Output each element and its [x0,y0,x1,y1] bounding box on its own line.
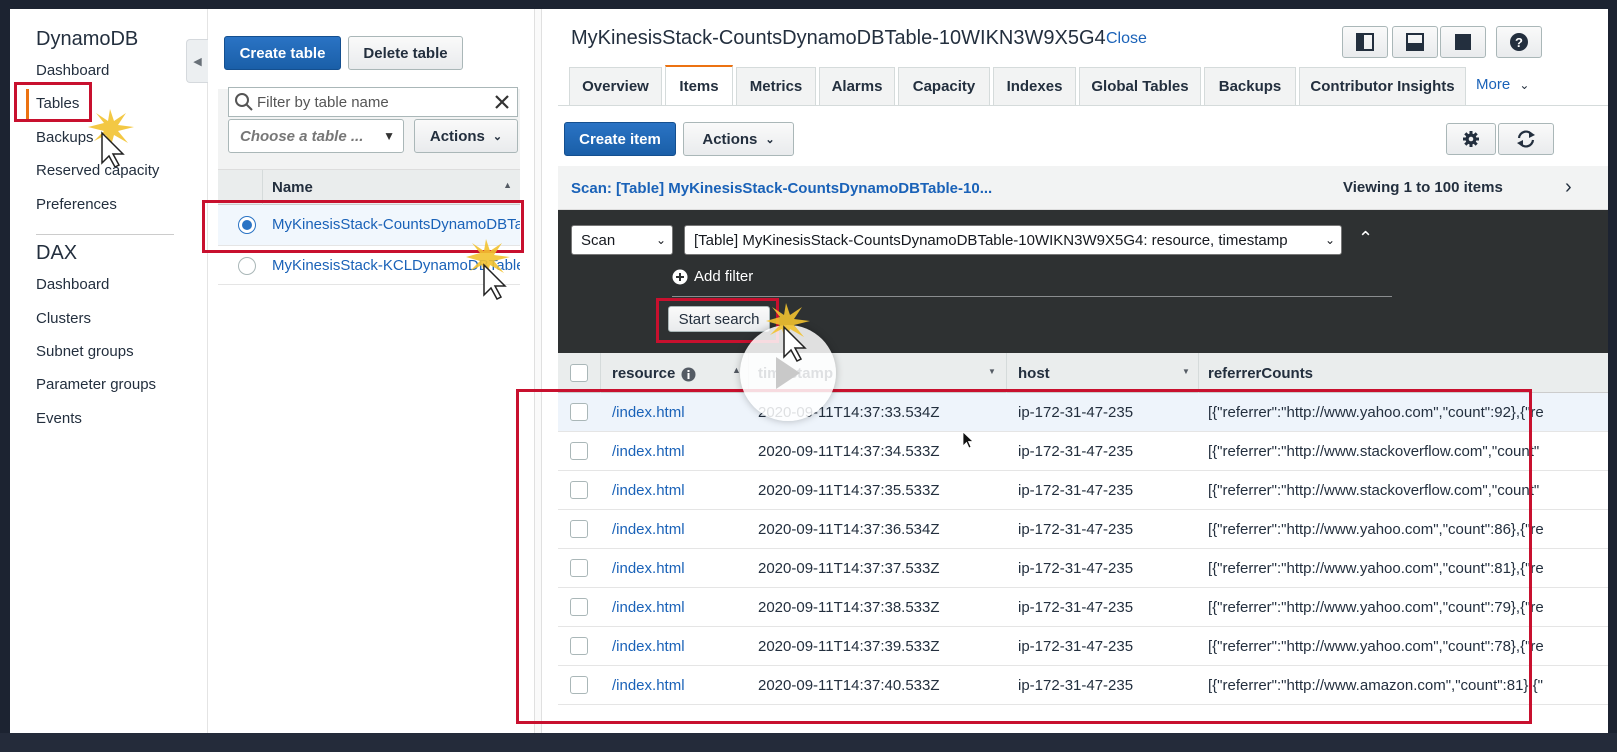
table-actions-label: Actions [429,127,485,145]
tab-items[interactable]: Items [665,65,733,105]
table-actions-button[interactable]: Actions ⌄ [414,119,518,153]
bottom-bar [0,733,1617,752]
click-burst-cursor-icon [466,239,510,300]
chevron-down-icon: ⌄ [765,133,775,146]
item-actions-button[interactable]: Actions ⌄ [683,122,794,156]
close-link[interactable]: Close [1106,30,1147,48]
delete-table-button[interactable]: Delete table [348,36,463,70]
nav-title: DynamoDB [36,28,139,50]
scan-summary-link[interactable]: Scan: [Table] MyKinesisStack-CountsDynam… [571,180,992,197]
mouse-pointer-icon [962,431,975,449]
refresh-icon [1517,130,1535,148]
column-resource[interactable]: resource [612,365,675,382]
help-button[interactable]: ? [1496,26,1542,58]
tab-contributor-insights[interactable]: Contributor Insights [1299,67,1466,105]
filter-placeholder: Filter by table name [257,93,389,111]
plus-circle-icon [672,269,688,284]
chevron-down-icon: ⌄ [1519,78,1530,92]
sort-icon: ▼ [988,367,996,376]
tab-capacity[interactable]: Capacity [898,67,990,105]
svg-text:?: ? [1515,35,1523,50]
add-filter-button[interactable]: Add filter [672,268,753,285]
chevron-down-icon: ⌄ [1324,233,1335,247]
nav-item-dashboard[interactable]: Dashboard [36,62,109,79]
next-page-icon[interactable]: › [1565,176,1572,199]
name-column-header[interactable]: Name [272,179,313,196]
chevron-down-icon: ⌄ [492,130,503,143]
tab-more-label: More [1476,76,1511,93]
collapse-sidebar-button[interactable]: ◀ [186,39,208,83]
add-filter-label: Add filter [694,268,754,285]
scan-summary-bar: Scan: [Table] MyKinesisStack-CountsDynam… [558,166,1608,210]
search-icon [235,93,253,111]
split-bottom-icon [1406,33,1424,51]
highlight-results [516,389,1532,724]
app-window: DynamoDB Dashboard Tables Backups Reserv… [10,9,1608,733]
click-burst-cursor-icon [766,303,810,362]
filter-table-input[interactable]: Filter by table name [228,87,518,117]
scan-target-value: [Table] MyKinesisStack-CountsDynamoDBTab… [694,231,1288,249]
tabs-divider [558,105,1608,106]
chevron-left-icon: ◀ [193,55,202,68]
dax-item-dashboard[interactable]: Dashboard [36,276,109,293]
nav-divider [36,234,174,235]
table-radio[interactable] [238,257,256,275]
column-divider [600,353,601,393]
tab-overview[interactable]: Overview [569,67,662,105]
gear-icon [1463,131,1479,147]
dax-item-subnet-groups[interactable]: Subnet groups [36,343,134,360]
tab-metrics[interactable]: Metrics [736,67,816,105]
tab-backups[interactable]: Backups [1204,67,1296,105]
nav-item-backups[interactable]: Backups [36,129,94,146]
active-nav-indicator [26,89,29,119]
column-divider [1006,353,1007,393]
create-table-button[interactable]: Create table [224,36,341,70]
scan-mode-value: Scan [581,231,616,249]
nav-item-preferences[interactable]: Preferences [36,196,117,213]
item-actions-label: Actions [702,130,758,148]
dax-title: DAX [36,242,78,264]
info-icon[interactable] [681,367,696,382]
sort-asc-icon: ▲ [503,180,512,190]
choose-table-select[interactable]: Choose a table ... ▼ [228,119,404,153]
filter-divider [672,296,1392,297]
chevron-down-icon: ⌄ [655,233,666,247]
items-grid-header: resource ▲ timestamp ▼ host ▼ referrerCo… [558,353,1608,393]
create-item-button[interactable]: Create item [564,122,676,156]
tab-alarms[interactable]: Alarms [819,67,895,105]
collapse-query-icon[interactable]: ⌃ [1358,228,1373,249]
help-icon: ? [1510,33,1528,51]
tab-more[interactable]: More ⌄ [1476,76,1529,93]
column-host[interactable]: host [1018,365,1050,382]
caret-down-icon: ▼ [383,129,395,143]
viewing-count: Viewing 1 to 100 items [1343,179,1503,196]
dax-item-events[interactable]: Events [36,410,82,427]
settings-button[interactable] [1446,123,1496,155]
dax-item-clusters[interactable]: Clusters [36,310,91,327]
clear-icon[interactable] [493,93,511,111]
refresh-button[interactable] [1498,123,1554,155]
split-bottom-button[interactable] [1392,26,1438,58]
split-left-icon [1356,33,1374,51]
select-all-checkbox[interactable] [570,364,588,382]
sort-icon: ▼ [1182,367,1190,376]
scan-target-select[interactable]: [Table] MyKinesisStack-CountsDynamoDBTab… [684,225,1342,255]
choose-table-value: Choose a table ... [240,127,364,145]
split-view-button[interactable] [1342,26,1388,58]
full-view-button[interactable] [1440,26,1486,58]
dax-item-parameter-groups[interactable]: Parameter groups [36,376,156,393]
table-title: MyKinesisStack-CountsDynamoDBTable-10WIK… [571,27,1106,49]
click-burst-cursor-icon [88,109,134,167]
full-view-icon [1455,34,1471,50]
tab-global-tables[interactable]: Global Tables [1079,67,1201,105]
column-referrer-counts[interactable]: referrerCounts [1208,365,1313,382]
scan-mode-select[interactable]: Scan ⌄ [571,225,673,255]
tab-indexes[interactable]: Indexes [993,67,1076,105]
column-divider [1198,353,1199,393]
